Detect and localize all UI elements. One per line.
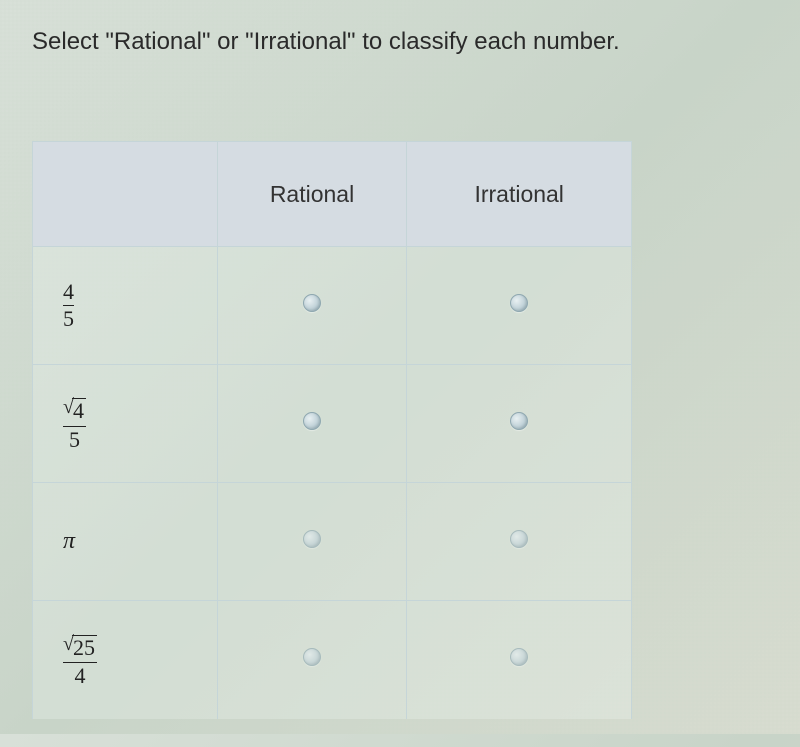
irrational-option[interactable] [407, 601, 632, 719]
irrational-option[interactable] [407, 247, 632, 365]
sqrt-expression: √ 4 [63, 398, 86, 423]
radio-icon [510, 294, 528, 312]
fraction-4-5: 4 5 [63, 281, 74, 330]
table-row: √ 25 4 [33, 601, 632, 719]
expression-cell: 4 5 [33, 247, 218, 365]
irrational-option[interactable] [407, 365, 632, 483]
table-header-row: Rational Irrational [33, 142, 632, 247]
table-row: √ 4 5 [33, 365, 632, 483]
pi-symbol: π [63, 528, 75, 554]
radio-icon [303, 530, 321, 548]
irrational-option[interactable] [407, 483, 632, 601]
sqrt-expression: √ 25 [63, 635, 97, 660]
rational-option[interactable] [217, 601, 407, 719]
table-row: 4 5 [33, 247, 632, 365]
header-empty [33, 142, 218, 247]
rational-option[interactable] [217, 365, 407, 483]
sqrt-icon: √ [63, 634, 74, 654]
radio-icon [510, 648, 528, 666]
radio-icon [303, 294, 321, 312]
fraction-sqrt4-5: √ 4 5 [63, 396, 86, 450]
rational-option[interactable] [217, 483, 407, 601]
radio-icon [510, 412, 528, 430]
sqrt-icon: √ [63, 397, 74, 417]
radio-icon [303, 648, 321, 666]
question-page: Select "Rational" or "Irrational" to cla… [0, 0, 800, 747]
rational-option[interactable] [217, 247, 407, 365]
table-row: π [33, 483, 632, 601]
expression-cell: √ 4 5 [33, 365, 218, 483]
expression-cell: √ 25 4 [33, 601, 218, 719]
radio-icon [303, 412, 321, 430]
classification-table: Rational Irrational 4 5 [32, 141, 632, 719]
header-rational: Rational [217, 142, 407, 247]
question-prompt: Select "Rational" or "Irrational" to cla… [32, 28, 768, 56]
fraction-sqrt25-4: √ 25 4 [63, 633, 97, 687]
header-irrational: Irrational [407, 142, 632, 247]
expression-cell: π [33, 483, 218, 601]
radio-icon [510, 530, 528, 548]
